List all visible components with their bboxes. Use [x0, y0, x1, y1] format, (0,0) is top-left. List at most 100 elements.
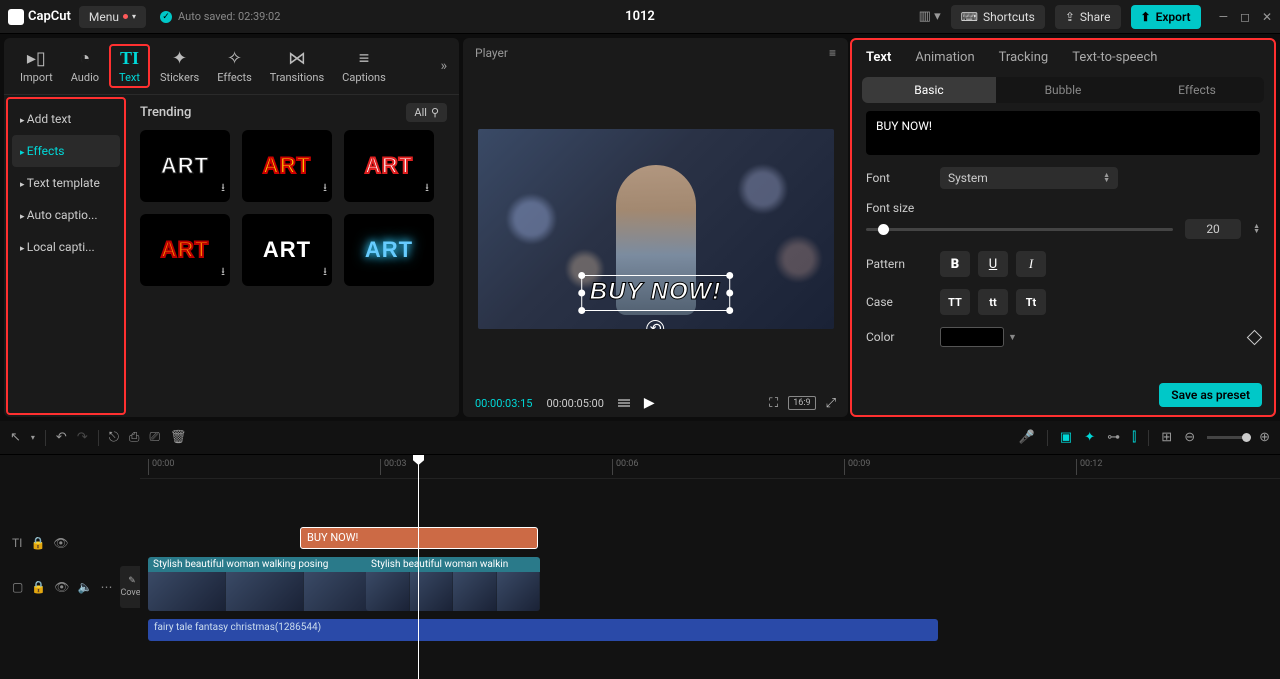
- zoom-out-icon[interactable]: ⊖: [1184, 430, 1195, 445]
- delete-icon[interactable]: 🗑: [170, 430, 187, 445]
- resize-handle[interactable]: [726, 307, 733, 314]
- resize-handle[interactable]: [726, 289, 733, 296]
- resize-handle[interactable]: [578, 272, 585, 279]
- project-title[interactable]: 1012: [625, 9, 655, 24]
- filter-button[interactable]: All⚲: [406, 103, 447, 122]
- fontsize-value[interactable]: 20: [1185, 219, 1241, 239]
- share-button[interactable]: ⇪ Share: [1055, 5, 1121, 29]
- tab-animation[interactable]: Animation: [915, 50, 974, 65]
- sidebar-local-captions[interactable]: Local capti...: [12, 231, 120, 263]
- undo-button[interactable]: ↶: [56, 430, 67, 445]
- lowercase-button[interactable]: tt: [978, 289, 1008, 315]
- layout-icon[interactable]: ▥ ▾: [919, 9, 941, 24]
- lock-icon[interactable]: 🔒: [31, 580, 46, 594]
- text-clip[interactable]: BUY NOW!: [300, 527, 538, 549]
- text-overlay-selection[interactable]: BUY NOW! ⟲: [581, 275, 731, 311]
- tab-captions[interactable]: ≡Captions: [334, 44, 394, 88]
- lock-icon[interactable]: 🔒: [30, 536, 45, 550]
- slider-thumb[interactable]: [1242, 433, 1251, 442]
- maximize-icon[interactable]: ◻: [1240, 10, 1250, 24]
- player-menu-icon[interactable]: ≡: [829, 46, 836, 60]
- selection-tool-icon[interactable]: ↖: [10, 430, 21, 445]
- underline-button[interactable]: U: [978, 251, 1008, 277]
- close-icon[interactable]: ✕: [1262, 10, 1272, 24]
- more-icon[interactable]: ⋯: [100, 580, 112, 594]
- tab-stickers[interactable]: ✦Stickers: [152, 44, 207, 88]
- export-button[interactable]: ⬆ Export: [1131, 5, 1201, 29]
- color-picker[interactable]: [940, 327, 1004, 347]
- subtab-effects[interactable]: Effects: [1130, 77, 1264, 103]
- sidebar-add-text[interactable]: Add text: [12, 103, 120, 135]
- compare-icon[interactable]: [618, 399, 630, 407]
- track-area[interactable]: 00:00 00:03 00:06 00:09 00:12 BUY NOW! S…: [140, 455, 1280, 679]
- sidebar-effects[interactable]: Effects: [12, 135, 120, 167]
- text-effect-preset[interactable]: ART⭳: [242, 130, 332, 202]
- player-stage[interactable]: BUY NOW! ⟲: [463, 68, 848, 389]
- preview-icon[interactable]: ⊞: [1161, 430, 1172, 445]
- uppercase-button[interactable]: TT: [940, 289, 970, 315]
- text-content-input[interactable]: BUY NOW!: [866, 111, 1260, 155]
- menu-button[interactable]: Menu ▾: [79, 6, 146, 28]
- tab-audio[interactable]: ◔Audio: [63, 44, 107, 88]
- chevron-down-icon[interactable]: ▾: [31, 433, 35, 442]
- redo-button[interactable]: ↷: [77, 430, 88, 445]
- text-effect-preset[interactable]: ART⭳: [242, 214, 332, 286]
- subtab-basic[interactable]: Basic: [862, 77, 996, 103]
- tab-transitions[interactable]: ⋈Transitions: [262, 44, 332, 88]
- eye-icon[interactable]: 👁: [53, 536, 68, 550]
- aspect-ratio[interactable]: 16:9: [788, 396, 815, 410]
- mic-icon[interactable]: 🎤: [1019, 430, 1035, 445]
- magnet-icon[interactable]: ▣: [1060, 430, 1072, 445]
- text-effect-preset[interactable]: ART⭳: [344, 130, 434, 202]
- video-clip[interactable]: Stylish beautiful woman walkin: [366, 557, 540, 611]
- keyframe-icon[interactable]: [1247, 329, 1263, 345]
- preview-axis-icon[interactable]: ⫿: [1132, 430, 1136, 445]
- italic-button[interactable]: I: [1016, 251, 1046, 277]
- resize-handle[interactable]: [578, 307, 585, 314]
- text-effect-preset[interactable]: ART⭳: [140, 214, 230, 286]
- save-preset-button[interactable]: Save as preset: [1159, 383, 1262, 407]
- subtab-bubble[interactable]: Bubble: [996, 77, 1130, 103]
- play-button[interactable]: ▶: [644, 395, 655, 411]
- chevron-down-icon[interactable]: ▼: [1008, 332, 1017, 343]
- sidebar-text-template[interactable]: Text template: [12, 167, 120, 199]
- fontsize-slider[interactable]: [866, 228, 1173, 231]
- resize-handle[interactable]: [726, 272, 733, 279]
- time-ruler[interactable]: 00:00 00:03 00:06 00:09 00:12: [140, 455, 1280, 479]
- text-effect-preset[interactable]: ART: [344, 214, 434, 286]
- effects-icon: ✧: [227, 48, 242, 69]
- link-icon[interactable]: ⊶: [1107, 430, 1120, 445]
- tab-effects[interactable]: ✧Effects: [209, 44, 260, 88]
- minimize-icon[interactable]: —: [1219, 10, 1228, 24]
- font-select[interactable]: System ▲▼: [940, 167, 1118, 189]
- resize-handle[interactable]: [578, 289, 585, 296]
- bold-button[interactable]: B: [940, 251, 970, 277]
- stepper-icon[interactable]: ▲▼: [1253, 224, 1260, 234]
- tab-text[interactable]: TIText: [109, 44, 150, 88]
- eye-icon[interactable]: 👁: [54, 580, 69, 594]
- split-icon[interactable]: ⎋: [109, 430, 119, 445]
- zoom-in-icon[interactable]: ⊕: [1259, 430, 1270, 445]
- audio-track-lane[interactable]: fairy tale fantasy christmas(1286544): [140, 619, 1280, 647]
- mute-icon[interactable]: 🔈: [78, 580, 93, 594]
- tab-tts[interactable]: Text-to-speech: [1072, 50, 1157, 65]
- zoom-slider[interactable]: [1207, 436, 1247, 439]
- video-track-lane[interactable]: Stylish beautiful woman walking posing S…: [140, 557, 1280, 613]
- more-tabs-button[interactable]: »: [436, 54, 451, 78]
- sidebar-auto-captions[interactable]: Auto captio...: [12, 199, 120, 231]
- tab-tracking[interactable]: Tracking: [999, 50, 1049, 65]
- trim-left-icon[interactable]: ⎙: [129, 430, 139, 445]
- text-effect-preset[interactable]: ART⭳: [140, 130, 230, 202]
- fullscreen-icon[interactable]: ⤢: [826, 396, 836, 411]
- slider-thumb[interactable]: [878, 224, 889, 235]
- shortcuts-button[interactable]: ⌨ Shortcuts: [951, 5, 1045, 29]
- playhead[interactable]: [418, 455, 419, 679]
- tab-import[interactable]: ▸▯Import: [12, 44, 61, 88]
- audio-clip[interactable]: fairy tale fantasy christmas(1286544): [148, 619, 938, 641]
- tab-text-props[interactable]: Text: [866, 50, 891, 65]
- titlecase-button[interactable]: Tt: [1016, 289, 1046, 315]
- trim-right-icon[interactable]: ⎚: [149, 430, 159, 445]
- snap-icon[interactable]: ✦: [1084, 430, 1095, 445]
- scale-icon[interactable]: ⛶: [769, 396, 778, 411]
- text-track-lane[interactable]: BUY NOW!: [140, 525, 1280, 557]
